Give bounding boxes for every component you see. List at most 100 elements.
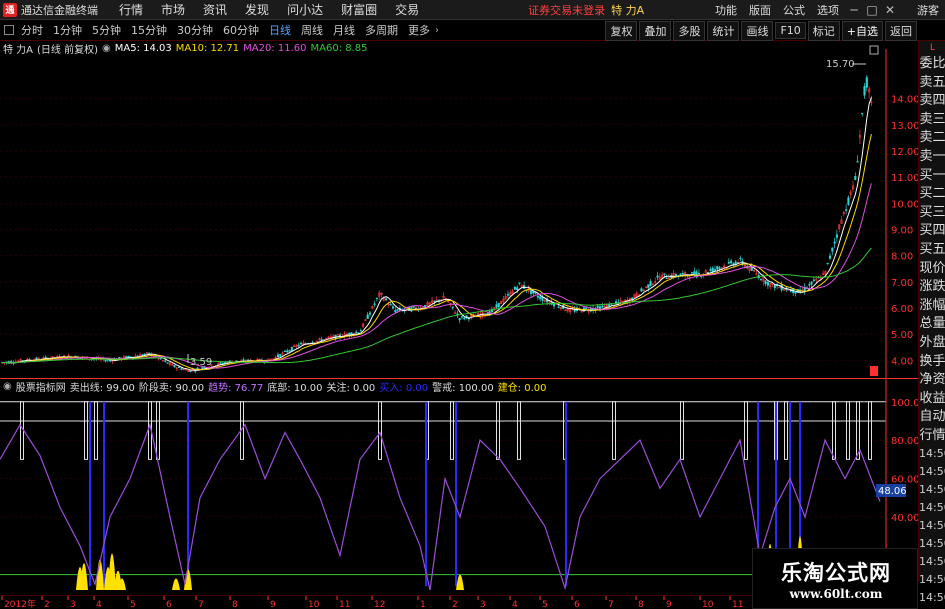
period-multi[interactable]: 多周期	[360, 22, 403, 38]
candle-body	[355, 331, 358, 334]
period-intraday[interactable]: 分时	[16, 22, 48, 38]
indicator-tick-label: 60.00	[891, 475, 918, 486]
login-warning[interactable]: 证券交易未登录	[528, 2, 605, 18]
menu-market-quotes[interactable]: 行情	[119, 1, 143, 18]
restore-icon[interactable]: □	[863, 1, 881, 19]
close-icon[interactable]: ✕	[881, 1, 899, 19]
period-1min[interactable]: 1分钟	[48, 22, 87, 38]
minimize-icon[interactable]: ─	[845, 1, 863, 19]
candle-body	[189, 370, 192, 373]
candle-body	[127, 355, 130, 358]
indicator-settings-icon[interactable]: ◉	[3, 381, 12, 392]
date-tick-label: 11	[339, 600, 350, 609]
guest-label[interactable]: 游客	[917, 2, 939, 18]
period-60min[interactable]: 60分钟	[218, 22, 264, 38]
sidebar-item-20[interactable]: 行情	[919, 427, 945, 446]
f10-button[interactable]: F10	[775, 22, 806, 39]
sidebar-time-4: 14:50	[919, 519, 945, 533]
candle-body	[359, 330, 362, 332]
date-tick-label: 2012年	[4, 598, 36, 609]
legend-ma5: MA5: 14.03	[114, 43, 172, 54]
back-button[interactable]: 返回	[885, 20, 917, 41]
add-watchlist-button[interactable]: +自选	[841, 20, 883, 41]
position-signal-bar	[456, 574, 464, 590]
candle-body	[109, 360, 112, 362]
candle-body	[518, 282, 521, 284]
chevron-right-icon[interactable]: ›	[435, 25, 439, 36]
period-monthly[interactable]: 月线	[328, 22, 360, 38]
candle-body	[649, 281, 652, 287]
candle-body	[794, 292, 797, 294]
candle-body	[451, 306, 454, 309]
mark-button[interactable]: 标记	[807, 20, 840, 41]
ma60-line	[2, 247, 872, 364]
candle-body	[497, 302, 500, 308]
candle-body	[196, 367, 199, 370]
expand-icon[interactable]	[869, 45, 879, 55]
sidebar-time-5: 14:50	[919, 537, 945, 551]
sell-signal-bar	[378, 401, 382, 460]
period-daily[interactable]: 日线	[264, 22, 296, 38]
candle-body	[143, 353, 146, 355]
candle-body	[764, 280, 767, 284]
indicator-tick-label: 100.00	[891, 398, 918, 409]
candle-body	[391, 306, 395, 309]
sidebar-item-6: 买一	[919, 167, 945, 183]
menu-news[interactable]: 资讯	[203, 1, 227, 18]
legend-trend: 趋势: 76.77	[208, 382, 264, 394]
checkbox-icon[interactable]	[4, 25, 14, 35]
date-tick-label: 6	[574, 600, 580, 609]
period-more[interactable]: 更多	[403, 22, 435, 38]
sidebar-time-7: 14:50	[919, 573, 945, 587]
menu-layout[interactable]: 版面	[749, 2, 771, 18]
price-tick-label: 11.00	[891, 173, 918, 184]
menu-options[interactable]: 选项	[817, 2, 839, 18]
period-weekly[interactable]: 周线	[296, 22, 328, 38]
sidebar-time-8: 14:50	[919, 591, 945, 605]
sell-signal-bar	[450, 401, 454, 460]
date-tick-label: 9	[270, 600, 276, 609]
multi-stock-button[interactable]: 多股	[673, 20, 706, 41]
date-tick-label: 1	[420, 600, 426, 609]
candle-body	[539, 296, 542, 300]
watermark-title: 乐淘公式网	[781, 560, 891, 585]
period-30min[interactable]: 30分钟	[172, 22, 218, 38]
sidebar-item-7: 买二	[919, 186, 945, 202]
date-tick-label: 7	[198, 600, 204, 609]
settings-icon[interactable]: ◉	[102, 43, 111, 54]
sidebar-item-19[interactable]: 自动	[919, 408, 945, 427]
sell-signal-bar	[84, 401, 88, 460]
candle-body	[750, 267, 753, 271]
menu-formula[interactable]: 公式	[783, 2, 805, 18]
sell-signal-bar	[832, 401, 836, 460]
menu-wealth[interactable]: 财富圈	[341, 1, 377, 18]
sidebar-item-18: 收益	[919, 390, 945, 406]
candle-body	[647, 284, 650, 289]
menu-ask[interactable]: 问小达	[287, 1, 323, 18]
candle-body	[290, 347, 293, 351]
price-axis: 14.00 13.00 12.00 11.00 10.00 9.00 8.00 7.00 6.0…	[891, 95, 918, 368]
sell-signal-bar	[94, 401, 98, 460]
overlay-button[interactable]: 叠加	[639, 20, 672, 41]
date-tick-label: 3	[70, 600, 76, 609]
candlestick-chart[interactable]: 14.00 13.00 12.00 11.00 10.00 9.00 8.00 7.00 6.0…	[0, 41, 918, 378]
candle-body	[389, 304, 392, 306]
scroll-handle[interactable]	[870, 366, 878, 376]
period-15min[interactable]: 15分钟	[126, 22, 172, 38]
ma20-line	[2, 183, 872, 369]
menu-function[interactable]: 功能	[715, 2, 737, 18]
sidebar-time-3: 14:50	[919, 501, 945, 515]
candle-body	[286, 350, 289, 353]
menu-market[interactable]: 市场	[161, 1, 185, 18]
menu-trade[interactable]: 交易	[395, 1, 419, 18]
legend-focus: 关注: 0.00	[326, 382, 376, 394]
adjust-button[interactable]: 复权	[605, 20, 638, 41]
period-5min[interactable]: 5分钟	[87, 22, 126, 38]
candle-body	[541, 297, 544, 301]
menu-discover[interactable]: 发现	[245, 1, 269, 18]
date-tick-label: 9	[666, 600, 672, 609]
sell-signal-bar	[612, 401, 616, 460]
indicator-name: 股票指标网	[15, 382, 66, 394]
draw-line-button[interactable]: 画线	[741, 20, 774, 41]
statistics-button[interactable]: 统计	[707, 20, 740, 41]
